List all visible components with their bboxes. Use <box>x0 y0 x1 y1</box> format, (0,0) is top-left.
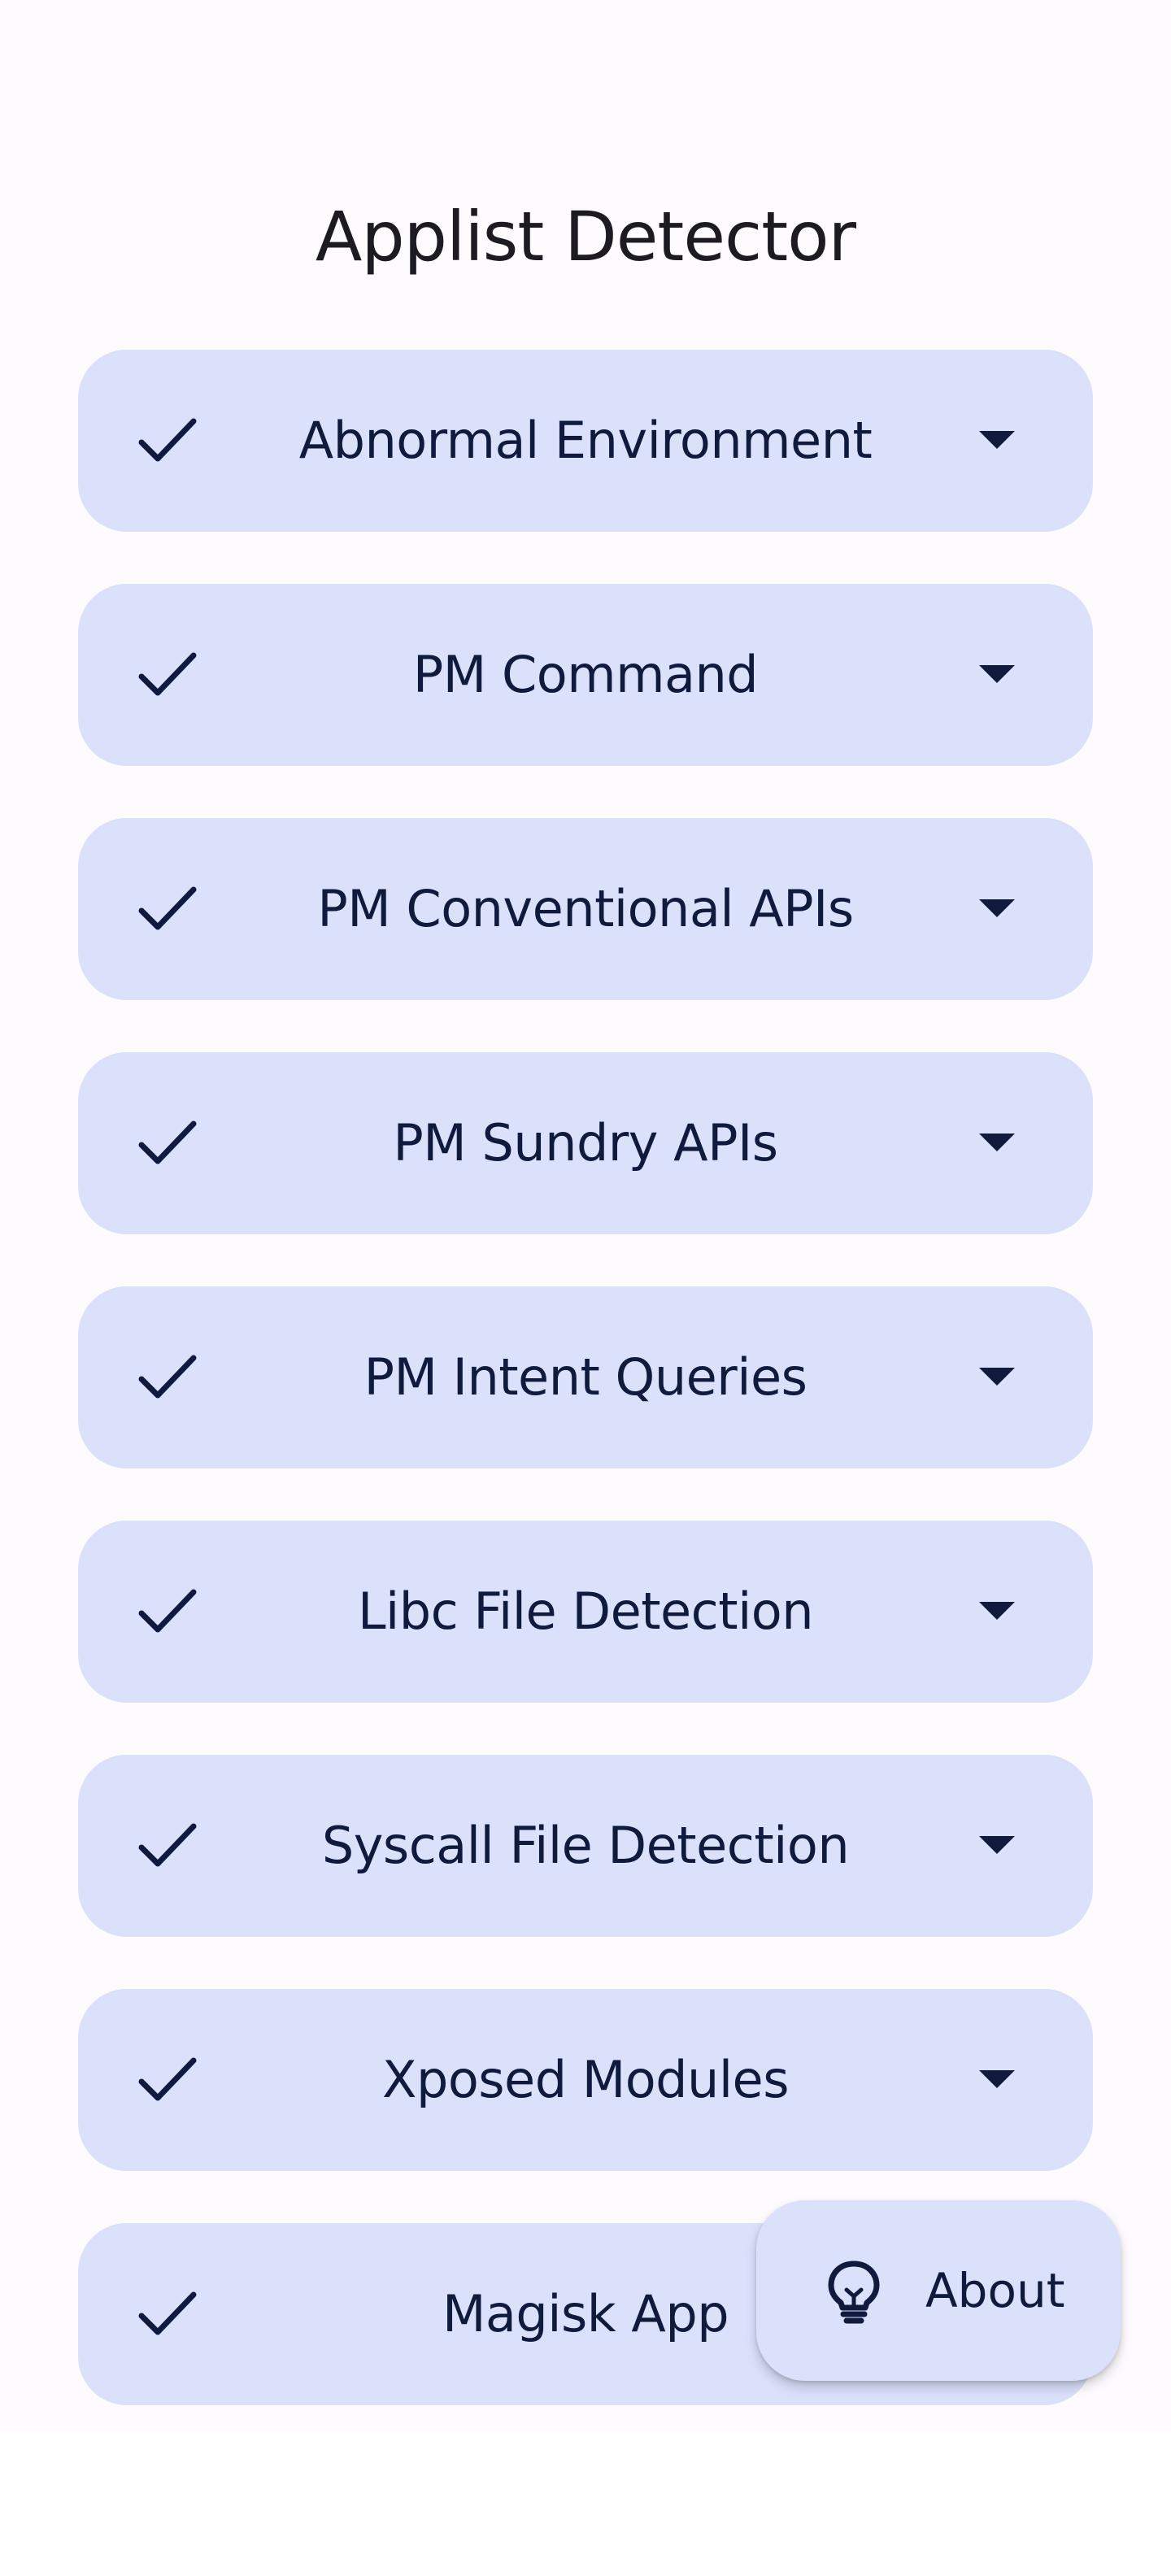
page-title: Applist Detector <box>315 197 856 276</box>
detection-label: Abnormal Environment <box>298 411 873 470</box>
caret-down-icon[interactable] <box>979 1134 1015 1153</box>
detection-label: PM Conventional APIs <box>317 879 854 938</box>
caret-down-icon[interactable] <box>979 665 1015 685</box>
detection-label: Syscall File Detection <box>321 1816 850 1875</box>
detection-card-pm-sundry-apis[interactable]: PM Sundry APIs <box>78 1052 1093 1234</box>
caret-down-icon[interactable] <box>979 2070 1015 2090</box>
detection-label: PM Sundry APIs <box>393 1113 778 1173</box>
detection-label: PM Intent Queries <box>363 1347 808 1407</box>
caret-down-icon[interactable] <box>979 1836 1015 1856</box>
detection-label: Libc File Detection <box>357 1582 814 1641</box>
detection-card-abnormal-environment[interactable]: Abnormal Environment <box>78 350 1093 532</box>
detection-card-pm-conventional-apis[interactable]: PM Conventional APIs <box>78 818 1093 1000</box>
detection-label: Xposed Modules <box>381 2050 790 2109</box>
detection-card-pm-intent-queries[interactable]: PM Intent Queries <box>78 1286 1093 1469</box>
detection-card-pm-command[interactable]: PM Command <box>78 584 1093 766</box>
detection-card-syscall-file-detection[interactable]: Syscall File Detection <box>78 1755 1093 1937</box>
detection-card-xposed-modules[interactable]: Xposed Modules <box>78 1989 1093 2171</box>
lightbulb-icon <box>828 2261 880 2324</box>
about-button[interactable]: About <box>756 2200 1121 2381</box>
bottom-edge-area <box>0 2431 1171 2576</box>
detection-label: PM Command <box>412 645 759 704</box>
caret-down-icon[interactable] <box>979 431 1015 450</box>
caret-down-icon[interactable] <box>979 899 1015 919</box>
caret-down-icon[interactable] <box>979 1368 1015 1387</box>
caret-down-icon[interactable] <box>979 1602 1015 1621</box>
detection-card-libc-file-detection[interactable]: Libc File Detection <box>78 1521 1093 1703</box>
about-label: About <box>925 2263 1065 2318</box>
